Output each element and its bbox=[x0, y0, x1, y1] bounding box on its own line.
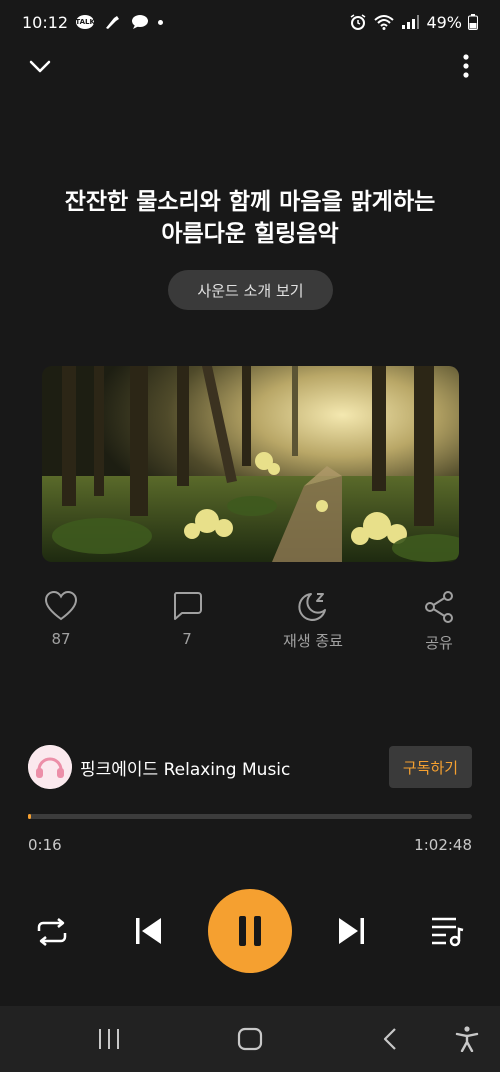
like-count: 87 bbox=[51, 630, 71, 648]
playback-controls bbox=[0, 888, 500, 974]
track-title: 잔잔한 물소리와 함께 마음을 맑게하는 아름다운 힐링음악 bbox=[20, 186, 480, 250]
sound-intro-button[interactable]: 사운드 소개 보기 bbox=[168, 270, 333, 310]
share-button[interactable]: 공유 bbox=[389, 590, 489, 653]
total-time: 1:02:48 bbox=[414, 836, 472, 854]
action-row: 87 7 재생 종료 공유 bbox=[0, 590, 500, 660]
progress-bar[interactable] bbox=[28, 814, 472, 819]
repeat-icon[interactable] bbox=[35, 917, 69, 947]
comment-icon bbox=[173, 592, 202, 620]
accessibility-icon[interactable] bbox=[455, 1026, 479, 1052]
track-title-line1: 잔잔한 물소리와 함께 마음을 맑게하는 bbox=[64, 189, 436, 215]
home-icon[interactable] bbox=[237, 1027, 263, 1051]
comment-count: 7 bbox=[182, 630, 192, 648]
share-label: 공유 bbox=[425, 634, 453, 652]
tool-icon bbox=[106, 16, 120, 29]
pause-button[interactable] bbox=[208, 889, 292, 973]
current-time: 0:16 bbox=[28, 836, 62, 854]
alarm-icon bbox=[351, 14, 366, 30]
sleep-timer-button[interactable]: 재생 종료 bbox=[263, 590, 363, 651]
battery-icon bbox=[468, 14, 478, 30]
like-button[interactable]: 87 bbox=[11, 590, 111, 648]
sleep-timer-label: 재생 종료 bbox=[283, 632, 343, 650]
kakaotalk-icon: TALK bbox=[75, 15, 95, 29]
channel-row: 핑크에이드 Relaxing Music 구독하기 bbox=[0, 743, 500, 793]
status-bar: 10:12 TALK 49% bbox=[0, 0, 500, 44]
status-left: 10:12 TALK bbox=[22, 12, 164, 32]
system-nav-bar bbox=[0, 1006, 500, 1072]
signal-icon bbox=[402, 15, 420, 29]
channel-avatar[interactable] bbox=[28, 745, 72, 789]
skip-next-icon[interactable] bbox=[335, 917, 367, 945]
subscribe-button[interactable]: 구독하기 bbox=[389, 746, 472, 788]
moon-sleep-icon bbox=[298, 593, 326, 621]
chat-bubble-icon bbox=[132, 15, 149, 29]
track-title-line2: 아름다운 힐링음악 bbox=[161, 221, 339, 247]
wifi-icon bbox=[374, 15, 395, 30]
heart-icon bbox=[44, 590, 78, 621]
playlist-icon[interactable] bbox=[430, 915, 464, 947]
progress-fill bbox=[28, 814, 32, 819]
back-icon[interactable] bbox=[380, 1027, 400, 1051]
battery-percent: 49% bbox=[426, 12, 462, 32]
pause-icon bbox=[239, 916, 261, 946]
skip-previous-icon[interactable] bbox=[133, 917, 165, 945]
top-bar bbox=[0, 50, 500, 82]
share-icon bbox=[425, 591, 453, 623]
track-artwork bbox=[42, 366, 459, 562]
status-right: 49% bbox=[348, 13, 478, 32]
recent-apps-icon[interactable] bbox=[97, 1028, 121, 1050]
headphones-logo-icon bbox=[28, 745, 72, 789]
chevron-down-icon[interactable] bbox=[26, 54, 54, 78]
channel-name[interactable]: 핑크에이드 Relaxing Music bbox=[80, 755, 290, 780]
more-vert-icon[interactable] bbox=[460, 52, 472, 80]
notification-dot-icon bbox=[158, 19, 164, 25]
comment-button[interactable]: 7 bbox=[137, 590, 237, 648]
status-time: 10:12 bbox=[22, 12, 69, 32]
